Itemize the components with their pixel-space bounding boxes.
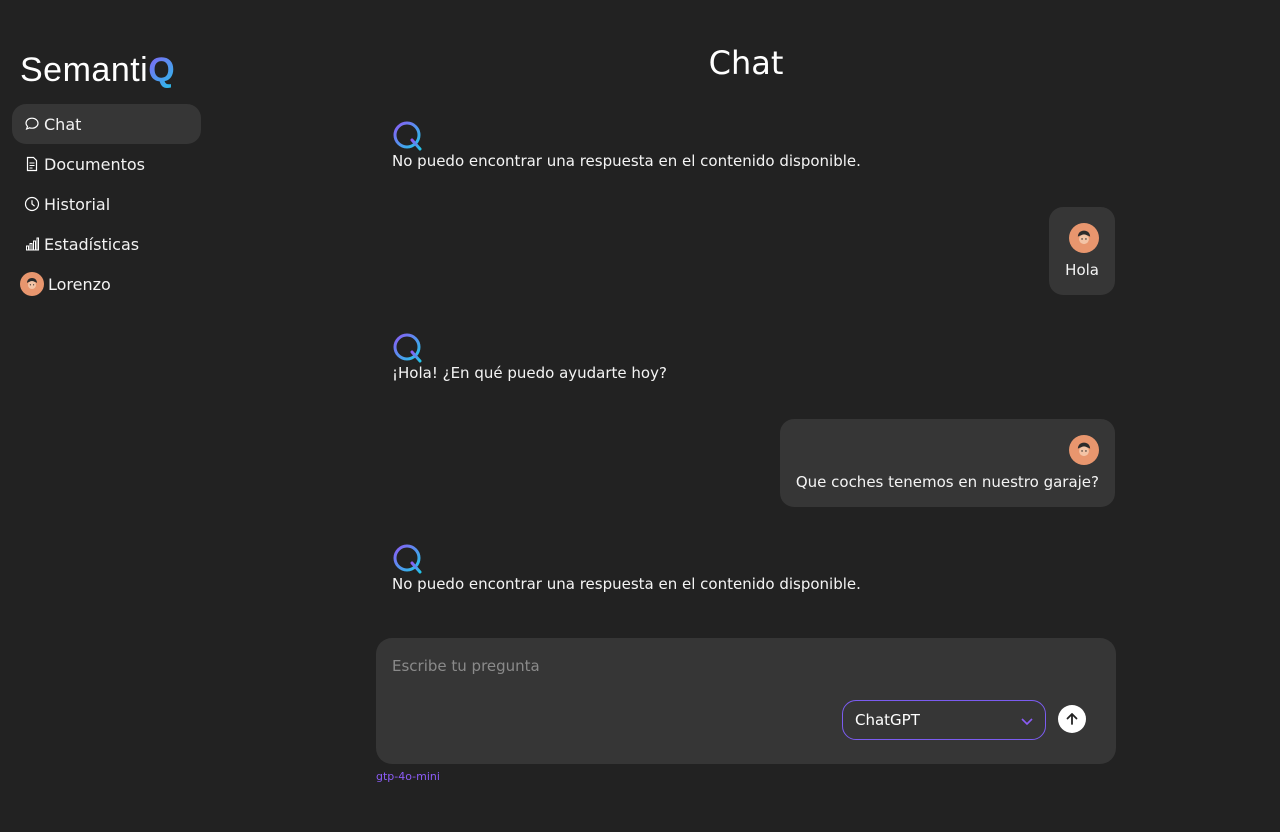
assistant-logo-icon <box>393 333 422 363</box>
message-text: Que coches tenemos en nuestro garaje? <box>795 473 1099 491</box>
message-text: Hola <box>1065 261 1099 279</box>
sidebar-item-label: Estadísticas <box>44 234 140 254</box>
brand-name-suffix: Q <box>148 50 176 89</box>
send-button[interactable] <box>1058 705 1086 733</box>
sidebar-item-label: Chat <box>44 114 82 134</box>
sidebar-item-user[interactable]: Lorenzo <box>12 264 201 304</box>
message-composer: ChatGPT <box>376 638 1116 764</box>
model-subtitle: gtp-4o-mini <box>376 770 440 783</box>
clock-icon <box>24 196 40 212</box>
user-avatar <box>20 272 44 296</box>
user-avatar <box>1069 223 1099 253</box>
sidebar-item-label: Documentos <box>44 154 146 174</box>
sidebar-item-label: Lorenzo <box>48 274 111 294</box>
message-text: ¡Hola! ¿En qué puedo ayudarte hoy? <box>392 364 667 382</box>
page-title: Chat <box>708 44 784 82</box>
sidebar-item-chat[interactable]: Chat <box>12 104 201 144</box>
model-select[interactable]: ChatGPT <box>842 700 1046 740</box>
brand-name-prefix: Semanti <box>20 50 149 89</box>
sidebar-item-estadisticas[interactable]: Estadísticas <box>12 224 201 264</box>
document-icon <box>24 156 40 172</box>
user-message: Que coches tenemos en nuestro garaje? <box>779 419 1115 507</box>
brand-logo[interactable]: Semanti Q <box>20 50 201 90</box>
assistant-message: No puedo encontrar una respuesta en el c… <box>392 120 861 170</box>
message-text: No puedo encontrar una respuesta en el c… <box>392 575 861 593</box>
sidebar-item-historial[interactable]: Historial <box>12 184 201 224</box>
chevron-down-icon <box>1021 718 1033 726</box>
user-avatar <box>1069 435 1099 465</box>
bar-chart-icon <box>24 236 40 252</box>
question-input[interactable] <box>392 654 1092 678</box>
assistant-message: No puedo encontrar una respuesta en el c… <box>392 543 861 593</box>
app: Semanti Q Chat Documentos Historial Estad <box>0 0 1280 832</box>
assistant-message: ¡Hola! ¿En qué puedo ayudarte hoy? <box>392 332 667 382</box>
assistant-logo-icon <box>393 544 422 574</box>
user-message: Hola <box>1049 207 1115 295</box>
sidebar: Semanti Q Chat Documentos Historial Estad <box>12 50 201 304</box>
sidebar-item-documentos[interactable]: Documentos <box>12 144 201 184</box>
assistant-logo-icon <box>393 121 422 151</box>
sidebar-item-label: Historial <box>44 194 111 214</box>
message-text: No puedo encontrar una respuesta en el c… <box>392 152 861 170</box>
model-select-value: ChatGPT <box>855 711 920 729</box>
chat-bubble-icon <box>24 116 40 132</box>
arrow-up-icon <box>1066 713 1078 725</box>
